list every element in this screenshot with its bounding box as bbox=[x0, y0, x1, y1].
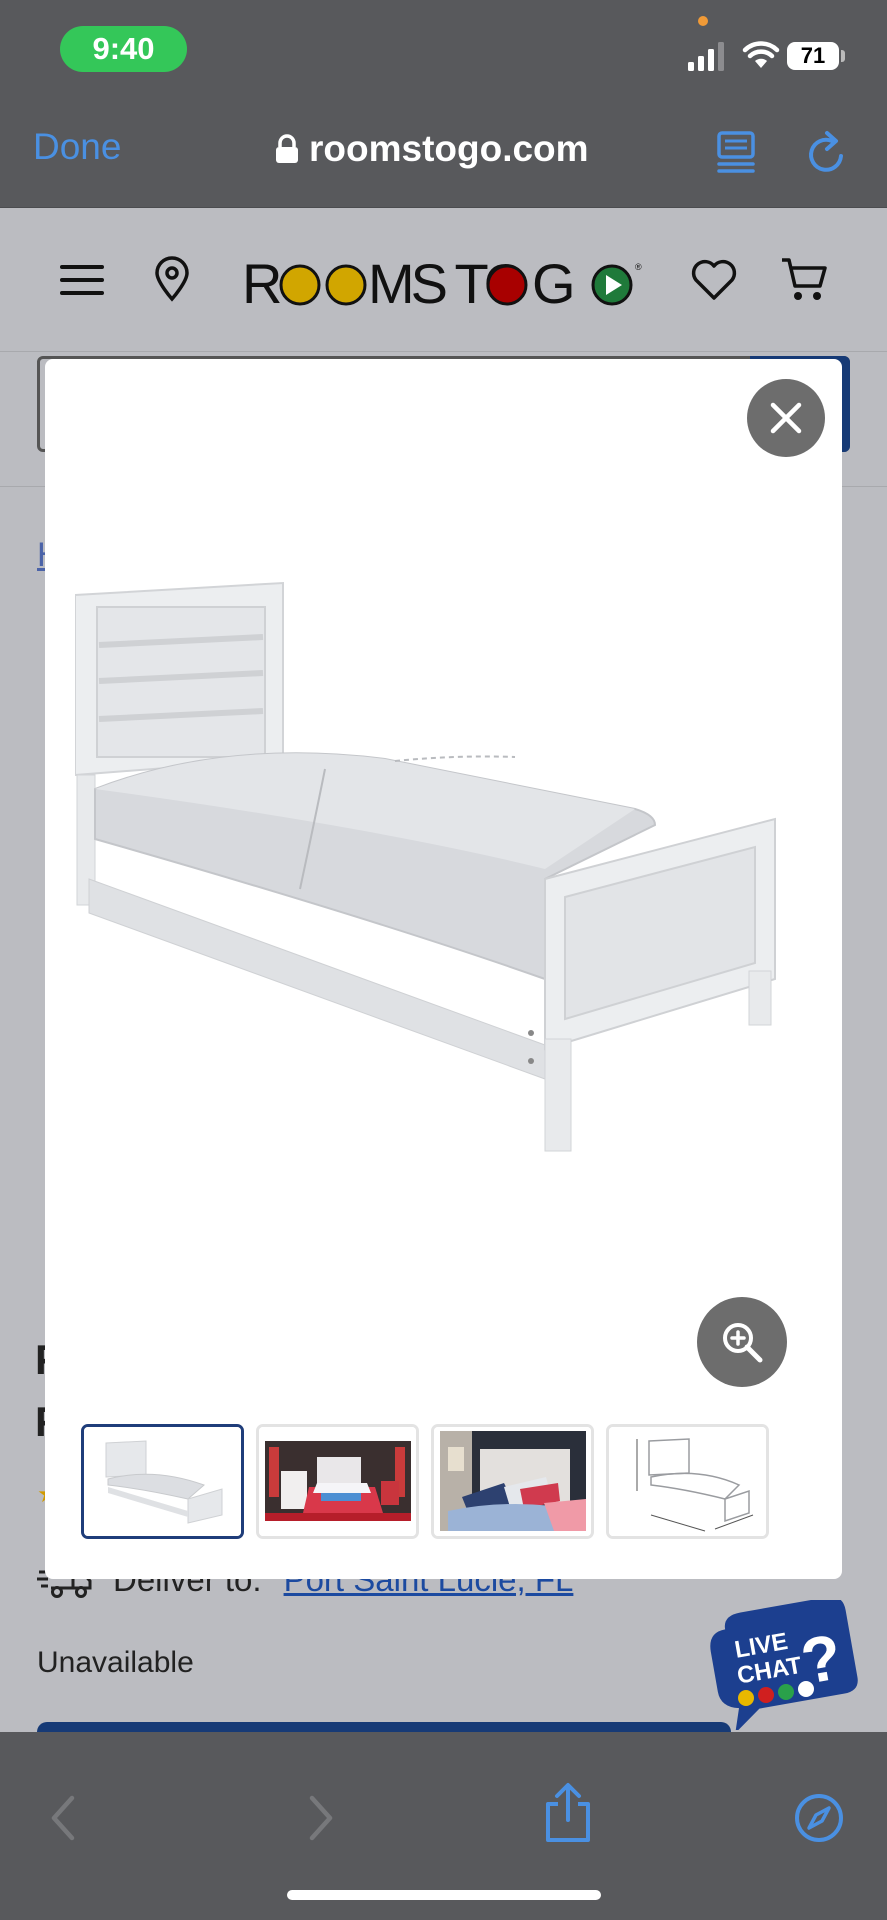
thumbnail-room-red-image bbox=[259, 1427, 416, 1536]
lock-icon bbox=[276, 134, 298, 163]
product-main-image bbox=[75, 581, 776, 1152]
thumbnail-bed-white-image bbox=[84, 1427, 241, 1536]
cellular-signal-icon bbox=[688, 42, 724, 71]
thumbnail-strip bbox=[81, 1424, 769, 1539]
thumbnail-bed-white[interactable] bbox=[81, 1424, 244, 1539]
logo-mark: R MS TO G ® bbox=[242, 256, 642, 312]
svg-text:R: R bbox=[242, 256, 280, 312]
browser-url-bar: Done roomstogo.com bbox=[0, 100, 887, 208]
hamburger-menu-icon[interactable] bbox=[60, 264, 104, 296]
live-chat-button[interactable]: LIVE CHAT ? bbox=[702, 1600, 862, 1730]
thumbnail-bed-dimensions[interactable] bbox=[606, 1424, 769, 1539]
back-arrow-icon[interactable] bbox=[48, 1794, 78, 1842]
reload-icon[interactable] bbox=[805, 128, 849, 176]
svg-text:G: G bbox=[532, 256, 574, 312]
battery-indicator: 71 bbox=[787, 42, 839, 70]
thumbnail-bed-dimensions-image bbox=[609, 1427, 766, 1536]
cart-icon[interactable] bbox=[780, 256, 828, 304]
close-icon bbox=[770, 402, 802, 434]
svg-text:®: ® bbox=[635, 262, 642, 272]
thumbnail-room-pillows-image bbox=[434, 1427, 591, 1536]
browser-toolbar bbox=[0, 1732, 887, 1920]
thumbnail-room-pillows[interactable] bbox=[431, 1424, 594, 1539]
url-text: roomstogo.com bbox=[309, 128, 589, 169]
done-button[interactable]: Done bbox=[33, 126, 121, 168]
close-button[interactable] bbox=[747, 379, 825, 457]
rooms-to-go-logo[interactable]: R MS TO G ® bbox=[242, 256, 642, 312]
location-pin-icon[interactable] bbox=[154, 256, 190, 302]
home-indicator[interactable] bbox=[287, 1890, 601, 1900]
battery-nub bbox=[841, 50, 845, 62]
reader-mode-icon[interactable] bbox=[716, 130, 758, 174]
availability-status: Unavailable bbox=[37, 1646, 194, 1679]
heart-icon[interactable] bbox=[690, 258, 738, 302]
url-field[interactable]: roomstogo.com bbox=[275, 128, 589, 170]
time-indicator: 9:40 bbox=[60, 26, 187, 72]
zoom-in-icon bbox=[723, 1323, 763, 1363]
image-gallery-modal bbox=[45, 359, 842, 1579]
site-header: R MS TO G ® bbox=[0, 208, 887, 352]
add-to-cart-button[interactable] bbox=[37, 1722, 731, 1732]
thumbnail-room-red[interactable] bbox=[256, 1424, 419, 1539]
share-icon[interactable] bbox=[540, 1782, 596, 1844]
mic-in-use-dot bbox=[698, 16, 708, 26]
forward-arrow-icon[interactable] bbox=[306, 1794, 336, 1842]
zoom-button[interactable] bbox=[697, 1297, 787, 1387]
compass-icon[interactable] bbox=[793, 1792, 845, 1844]
wifi-icon bbox=[742, 41, 780, 68]
status-bar: 9:40 71 bbox=[0, 0, 887, 100]
